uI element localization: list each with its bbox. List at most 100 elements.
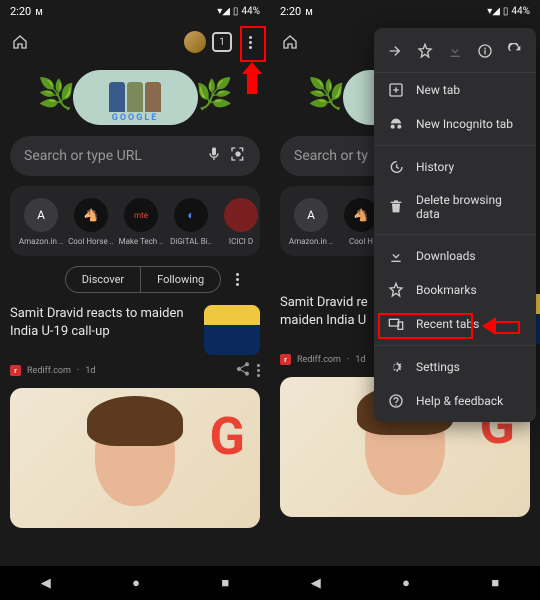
article-more-icon[interactable] — [257, 364, 260, 377]
status-time: 2:20 — [280, 5, 301, 18]
shortcuts-panel: AAmazon.in .. 🐴Cool Horse .. mteMake Tec… — [10, 186, 260, 256]
search-field[interactable]: Search or type URL — [10, 136, 260, 176]
menu-divider — [374, 234, 536, 235]
nav-recents-button[interactable]: ■ — [491, 575, 499, 591]
menu-bookmarks[interactable]: Bookmarks — [374, 273, 536, 307]
menu-toolbar — [374, 34, 536, 73]
shortcut-icon: ◐ — [174, 198, 208, 232]
article-time: 1d — [355, 355, 365, 365]
article-time: 1d — [85, 366, 95, 376]
feed-more-button[interactable] — [229, 273, 245, 286]
trash-icon — [388, 199, 404, 215]
shortcut-item[interactable]: AAmazon.in .. — [16, 198, 66, 246]
mic-icon[interactable] — [206, 146, 222, 166]
article-source: Rediff.com — [27, 366, 71, 376]
home-icon — [12, 34, 28, 50]
tab-switcher-button[interactable]: 1 — [212, 32, 232, 52]
shortcut-icon: 🐴 — [344, 198, 378, 232]
menu-incognito[interactable]: New Incognito tab — [374, 107, 536, 141]
tab-following[interactable]: Following — [141, 266, 221, 293]
shortcut-icon: 🐴 — [74, 198, 108, 232]
tab-discover[interactable]: Discover — [65, 266, 141, 293]
article-source: Rediff.com — [297, 355, 341, 365]
profile-avatar[interactable] — [184, 31, 206, 53]
battery-percent: 44% — [241, 6, 260, 17]
nav-back-button[interactable]: ◀ — [311, 576, 321, 591]
download-icon — [388, 248, 404, 264]
article-title: Samit Dravid reacts to maiden India U-19… — [10, 305, 196, 355]
source-favicon: r — [10, 365, 21, 376]
system-nav-bar: ◀ ● ■ — [0, 566, 270, 600]
annotation-arrow-up — [245, 64, 261, 94]
shortcut-item[interactable]: ◐DiGiTAL Bi.. — [166, 198, 216, 246]
home-icon — [282, 34, 298, 50]
google-doodle: 🌿 🌿 GOOGLE — [73, 70, 198, 125]
article-thumbnail — [204, 305, 260, 355]
shortcut-item[interactable]: 🐴Cool Horse .. — [66, 198, 116, 246]
menu-help[interactable]: Help & feedback — [374, 384, 536, 418]
status-bar: 2:20 ᴍ ▾◢ ▯ 44% — [270, 0, 540, 22]
feed-card-image[interactable]: G — [10, 388, 260, 528]
phone-screenshot-right: 2:20 ᴍ ▾◢ ▯ 44% 🌿 🌿 GOOGLE Search or ty … — [270, 0, 540, 600]
status-time: 2:20 — [10, 5, 31, 18]
system-nav-bar: ◀ ● ■ — [270, 566, 540, 600]
history-icon — [388, 159, 404, 175]
nav-home-button[interactable]: ● — [402, 575, 410, 591]
laurel-icon: 🌿 — [49, 77, 75, 117]
phone-screenshot-left: 2:20 ᴍ ▾◢ ▯ 44% 1 🌿 🌿 GOOGLE Search or t… — [0, 0, 270, 600]
nav-home-button[interactable]: ● — [132, 575, 140, 591]
battery-icon: ▯ — [503, 6, 509, 17]
lens-icon[interactable] — [230, 146, 246, 166]
status-bar: 2:20 ᴍ ▾◢ ▯ 44% — [0, 0, 270, 22]
laurel-icon: 🌿 — [196, 77, 222, 117]
shortcut-item[interactable]: AAmazon.in .. — [286, 198, 336, 246]
overflow-menu: New tab New Incognito tab History Delete… — [374, 28, 536, 422]
status-icon-m: ᴍ — [305, 5, 313, 18]
shortcut-item[interactable]: mteMake Tech .. — [116, 198, 166, 246]
refresh-button[interactable] — [504, 40, 526, 62]
nav-recents-button[interactable]: ■ — [221, 575, 229, 591]
menu-divider — [374, 145, 536, 146]
home-button[interactable] — [278, 30, 302, 54]
more-menu-button[interactable] — [238, 30, 262, 54]
battery-icon: ▯ — [233, 6, 239, 17]
source-favicon: r — [280, 354, 291, 365]
home-button[interactable] — [8, 30, 32, 54]
help-icon — [388, 393, 404, 409]
bookmark-button[interactable] — [414, 40, 436, 62]
wifi-icon: ▾◢ — [487, 6, 500, 17]
share-icon[interactable] — [235, 361, 251, 380]
battery-percent: 44% — [511, 6, 530, 17]
menu-new-tab[interactable]: New tab — [374, 73, 536, 107]
nav-back-button[interactable]: ◀ — [41, 576, 51, 591]
menu-downloads[interactable]: Downloads — [374, 239, 536, 273]
search-placeholder: Search or type URL — [24, 148, 198, 164]
incognito-icon — [388, 116, 404, 132]
wifi-icon: ▾◢ — [217, 6, 230, 17]
status-icon-m: ᴍ — [35, 5, 43, 18]
more-vert-icon — [249, 36, 252, 49]
shortcut-icon: mte — [124, 198, 158, 232]
dot-separator: · — [347, 355, 349, 365]
shortcut-icon: A — [294, 198, 328, 232]
feed-article[interactable]: Samit Dravid reacts to maiden India U-19… — [10, 305, 260, 380]
menu-delete-data[interactable]: Delete browsing data — [374, 184, 536, 230]
shortcut-icon — [224, 198, 258, 232]
star-icon — [388, 282, 404, 298]
gear-icon — [388, 359, 404, 375]
google-g-logo: G — [210, 406, 245, 467]
forward-button[interactable] — [384, 40, 406, 62]
shortcut-icon: A — [24, 198, 58, 232]
info-button[interactable] — [474, 40, 496, 62]
google-doodle-area[interactable]: 🌿 🌿 GOOGLE — [0, 62, 270, 132]
browser-toolbar: 1 — [0, 22, 270, 62]
menu-history[interactable]: History — [374, 150, 536, 184]
annotation-arrow-left — [482, 318, 518, 334]
download-button[interactable] — [444, 40, 466, 62]
devices-icon — [388, 316, 404, 332]
menu-settings[interactable]: Settings — [374, 350, 536, 384]
shortcut-item[interactable]: ICICI D — [216, 198, 260, 246]
menu-divider — [374, 345, 536, 346]
plus-box-icon — [388, 82, 404, 98]
feed-tabs: Discover Following — [10, 266, 260, 293]
